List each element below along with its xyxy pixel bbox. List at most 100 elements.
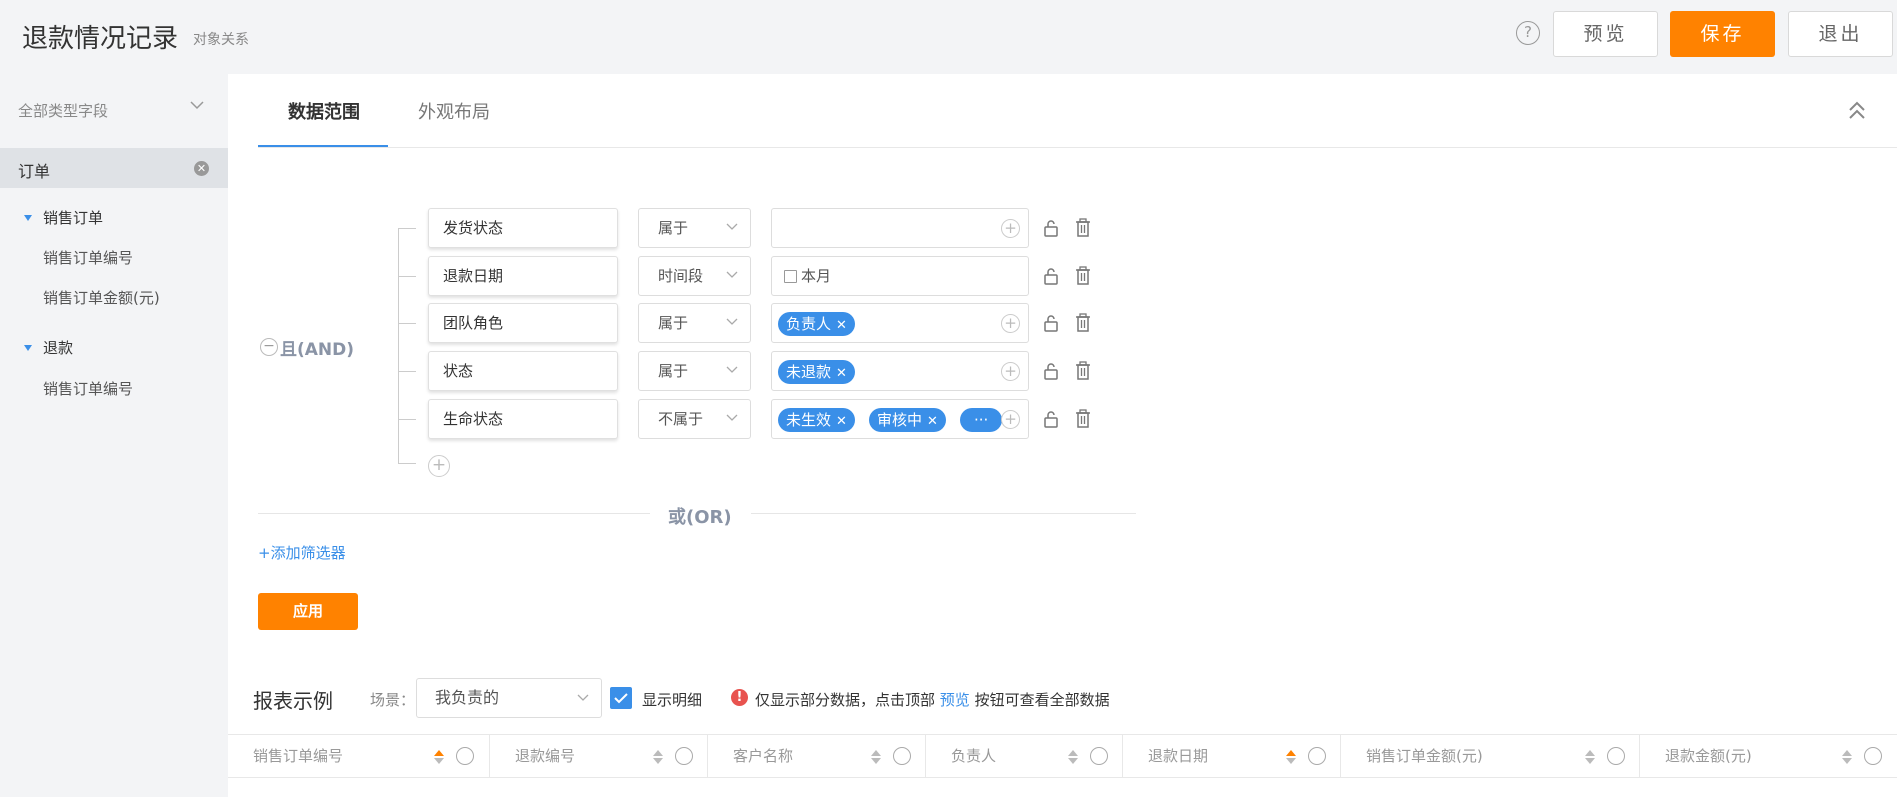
add-value-icon[interactable]: +	[1001, 410, 1020, 429]
column-menu-icon[interactable]	[675, 747, 693, 765]
chip-label: 审核中	[877, 411, 923, 429]
show-detail-checkbox[interactable]	[610, 687, 632, 709]
column-label: 退款金额(元)	[1665, 747, 1752, 765]
preview-button[interactable]: 预览	[1553, 11, 1658, 57]
connector-line	[398, 419, 416, 420]
column-header[interactable]: 客户名称	[708, 735, 926, 777]
condition-value[interactable]: 负责人 ✕ +	[771, 303, 1029, 343]
sort-icon[interactable]	[434, 750, 444, 764]
page-title: 退款情况记录	[22, 24, 179, 54]
condition-value[interactable]: +	[771, 208, 1029, 248]
save-button[interactable]: 保存	[1670, 11, 1775, 57]
lock-icon[interactable]	[1042, 361, 1060, 381]
column-header[interactable]: 负责人	[926, 735, 1123, 777]
remove-chip-icon[interactable]: ✕	[836, 414, 847, 429]
tab-data-range[interactable]: 数据范围	[288, 98, 360, 124]
exit-button[interactable]: 退出	[1788, 11, 1893, 57]
show-detail-label: 显示明细	[642, 691, 703, 709]
sidebar-group-refund[interactable]: 退款	[43, 337, 73, 358]
trash-icon[interactable]	[1074, 218, 1092, 238]
column-header[interactable]: 退款编号	[490, 735, 708, 777]
tab-appearance[interactable]: 外观布局	[418, 98, 490, 124]
notice-preview-link[interactable]: 预览	[940, 691, 970, 709]
scene-select[interactable]: 我负责的	[416, 678, 602, 718]
column-header[interactable]: 销售订单编号	[228, 735, 490, 777]
chip-label: 未生效	[786, 411, 832, 429]
condition-operator[interactable]: 属于	[638, 351, 751, 391]
add-value-icon[interactable]: +	[1001, 219, 1020, 238]
trash-icon[interactable]	[1074, 361, 1092, 381]
sidebar-group-sales-order[interactable]: 销售订单	[43, 207, 103, 228]
clear-object-icon[interactable]: ✕	[194, 161, 209, 176]
chevron-down-icon	[726, 223, 738, 230]
condition-value[interactable]: 未生效 ✕ 审核中 ✕ ··· +	[771, 399, 1029, 439]
trash-icon[interactable]	[1074, 266, 1092, 286]
condition-field[interactable]: 发货状态	[428, 208, 618, 248]
condition-operator[interactable]: 时间段	[638, 256, 751, 296]
add-value-icon[interactable]: +	[1001, 362, 1020, 381]
tab-divider	[258, 147, 1897, 148]
or-label: 或(OR)	[668, 507, 732, 528]
add-value-icon[interactable]: +	[1001, 314, 1020, 333]
column-label: 负责人	[951, 747, 997, 765]
remove-chip-icon[interactable]: ✕	[836, 318, 847, 333]
trash-icon[interactable]	[1074, 409, 1092, 429]
value-chip[interactable]: 负责人 ✕	[778, 312, 855, 336]
apply-button[interactable]: 应用	[258, 593, 358, 630]
remove-chip-icon[interactable]: ✕	[927, 414, 938, 429]
column-header[interactable]: 退款日期	[1123, 735, 1341, 777]
condition-operator[interactable]: 属于	[638, 208, 751, 248]
column-menu-icon[interactable]	[1607, 747, 1625, 765]
value-chip[interactable]: 未退款 ✕	[778, 360, 855, 384]
sort-icon[interactable]	[871, 750, 881, 764]
or-divider	[751, 513, 1136, 514]
app-header: 退款情况记录 对象关系 ? 预览 保存 退出	[0, 0, 1897, 74]
lock-icon[interactable]	[1042, 218, 1060, 238]
sort-icon[interactable]	[1842, 750, 1852, 764]
sort-icon[interactable]	[1286, 750, 1296, 764]
sidebar-item[interactable]: 销售订单金额(元)	[43, 287, 160, 308]
column-menu-icon[interactable]	[893, 747, 911, 765]
date-range-value[interactable]: 本月	[771, 256, 1029, 296]
chevron-down-icon	[726, 318, 738, 325]
column-header[interactable]: 退款金额(元)	[1640, 735, 1897, 777]
connector-line	[398, 228, 416, 229]
column-menu-icon[interactable]	[456, 747, 474, 765]
remove-chip-icon[interactable]: ✕	[836, 366, 847, 381]
more-values-chip[interactable]: ···	[960, 408, 1003, 432]
collapse-up-icon[interactable]	[1848, 100, 1866, 122]
column-menu-icon[interactable]	[1090, 747, 1108, 765]
condition-operator[interactable]: 不属于	[638, 399, 751, 439]
sort-icon[interactable]	[1585, 750, 1595, 764]
trash-icon[interactable]	[1074, 313, 1092, 333]
sidebar-item[interactable]: 销售订单编号	[43, 247, 133, 268]
condition-field[interactable]: 退款日期	[428, 256, 618, 296]
caret-down-icon[interactable]	[24, 215, 32, 221]
add-filter-link[interactable]: +添加筛选器	[258, 542, 346, 563]
value-chip[interactable]: 审核中 ✕	[869, 408, 946, 432]
lock-icon[interactable]	[1042, 409, 1060, 429]
operator-label: 属于	[658, 362, 689, 380]
lock-icon[interactable]	[1042, 266, 1060, 286]
caret-down-icon[interactable]	[24, 345, 32, 351]
condition-field[interactable]: 团队角色	[428, 303, 618, 343]
sidebar-item[interactable]: 销售订单编号	[43, 378, 133, 399]
sort-icon[interactable]	[1068, 750, 1078, 764]
column-menu-icon[interactable]	[1308, 747, 1326, 765]
condition-field[interactable]: 状态	[428, 351, 618, 391]
report-title: 报表示例	[253, 689, 333, 713]
value-chip[interactable]: 未生效 ✕	[778, 408, 855, 432]
sort-icon[interactable]	[653, 750, 663, 764]
condition-operator[interactable]: 属于	[638, 303, 751, 343]
column-label: 退款日期	[1148, 747, 1209, 765]
field-type-filter-label[interactable]: 全部类型字段	[18, 100, 108, 121]
help-icon[interactable]: ?	[1516, 21, 1540, 45]
condition-value[interactable]: 未退款 ✕ +	[771, 351, 1029, 391]
lock-icon[interactable]	[1042, 313, 1060, 333]
column-menu-icon[interactable]	[1864, 747, 1882, 765]
condition-field[interactable]: 生命状态	[428, 399, 618, 439]
column-header[interactable]: 销售订单金额(元)	[1341, 735, 1640, 777]
add-condition-icon[interactable]: +	[428, 455, 450, 477]
collapse-group-icon[interactable]: −	[260, 338, 278, 356]
chevron-down-icon[interactable]	[190, 98, 204, 112]
